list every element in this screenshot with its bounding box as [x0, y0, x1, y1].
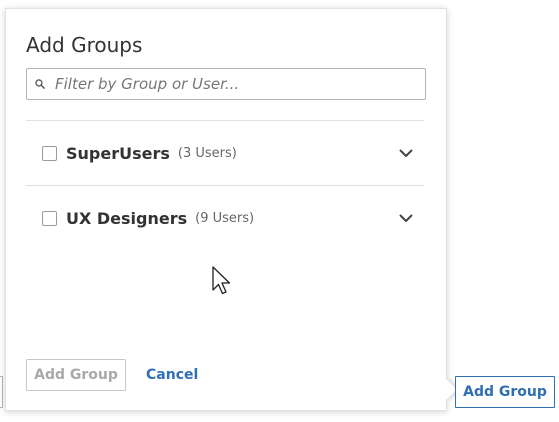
group-checkbox[interactable]: [42, 145, 57, 161]
group-user-count: (3 Users): [177, 145, 237, 161]
chevron-down-icon[interactable]: [398, 210, 414, 226]
mouse-pointer-icon: [212, 266, 231, 295]
partial-control-edge: [0, 376, 3, 408]
cancel-button[interactable]: Cancel: [146, 367, 198, 383]
popover-title: Add Groups: [26, 33, 143, 57]
group-checkbox[interactable]: [42, 210, 57, 226]
divider: [26, 120, 424, 121]
divider: [26, 185, 424, 186]
add-groups-popover: Add Groups SuperUsers (3 Users): [5, 8, 447, 411]
group-row-superusers[interactable]: SuperUsers (3 Users): [26, 133, 424, 173]
group-name: UX Designers: [66, 208, 188, 228]
group-user-count: (9 Users): [195, 210, 255, 226]
open-add-group-button[interactable]: Add Group: [455, 376, 555, 408]
add-group-button[interactable]: Add Group: [26, 359, 126, 391]
chevron-down-icon[interactable]: [398, 145, 414, 161]
stage: Add Groups SuperUsers (3 Users): [0, 0, 559, 422]
group-name: SuperUsers: [66, 143, 170, 163]
search-icon: [27, 69, 51, 99]
group-row-ux-designers[interactable]: UX Designers (9 Users): [26, 198, 424, 238]
filter-input[interactable]: [51, 75, 415, 93]
filter-field[interactable]: [26, 68, 426, 100]
